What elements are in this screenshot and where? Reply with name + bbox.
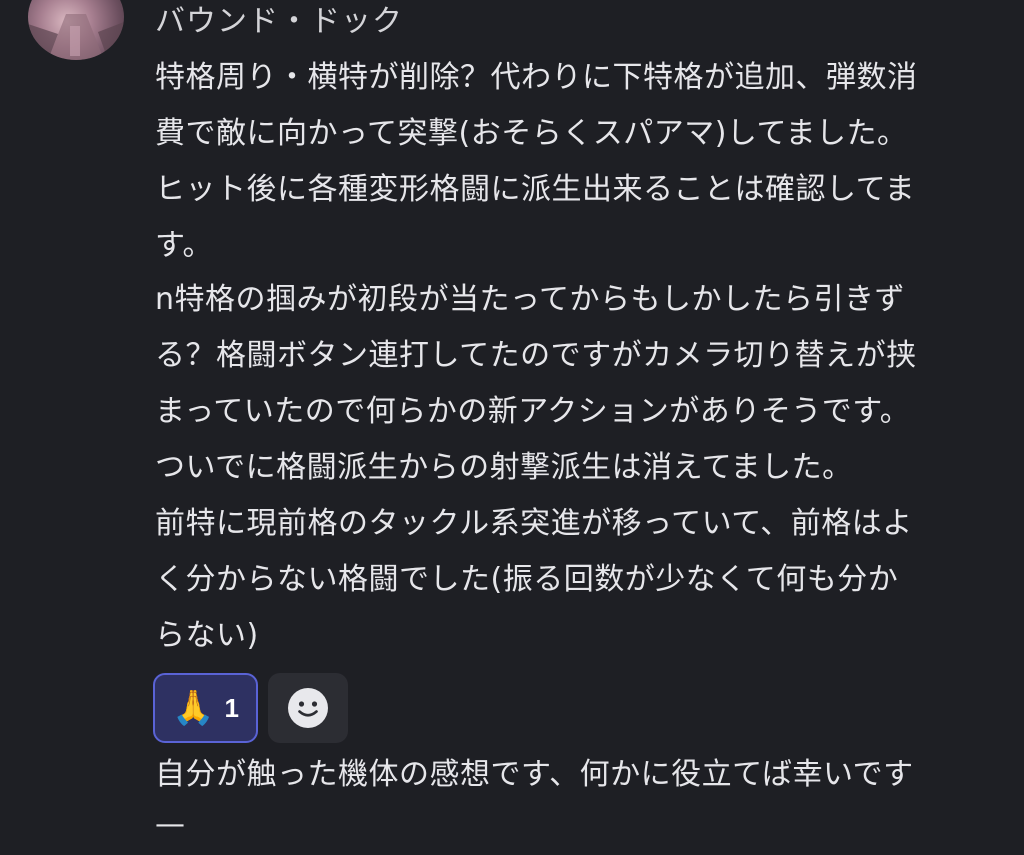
reaction-button[interactable]: 🙏 1	[153, 673, 258, 743]
message-text: 特格周り・横特が削除？代わりに下特格が追加、弾数消 費で敵に向かって突撃(おそら…	[155, 60, 918, 263]
author-name[interactable]: バウンド・ドック	[155, 2, 403, 42]
smiley-icon	[287, 687, 329, 729]
avatar-image	[28, 14, 124, 60]
add-reaction-button[interactable]	[268, 673, 348, 743]
reaction-bar: 🙏 1	[153, 673, 348, 743]
message-text: 自分が触った機体の感想です、何かに役立てば幸いです —	[155, 757, 914, 842]
avatar[interactable]	[28, 0, 124, 60]
reaction-count: 1	[224, 692, 239, 723]
folded-hands-icon: 🙏	[172, 688, 215, 728]
message-text: n特格の掴みが初段が当たってからもしかしたら引きず る？格闘ボタン連打してたので…	[155, 282, 917, 653]
